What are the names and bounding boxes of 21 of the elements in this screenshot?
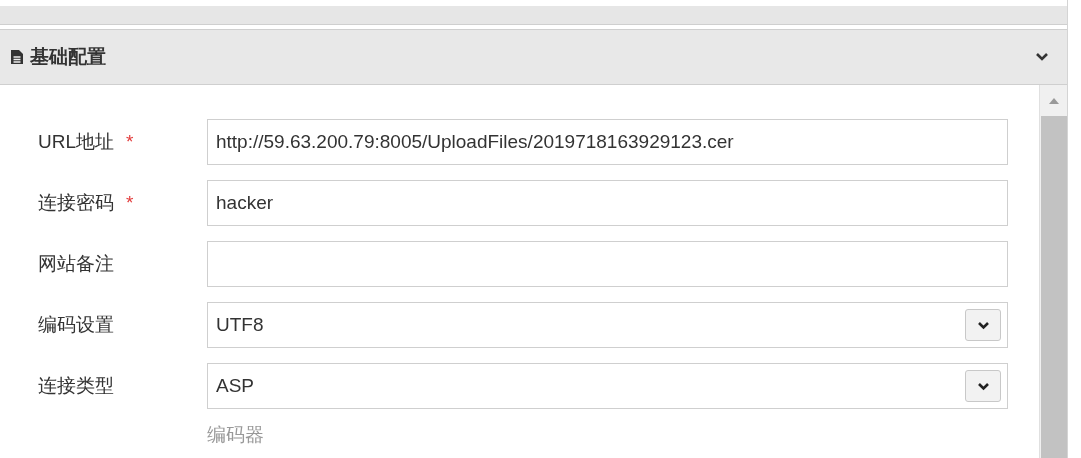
chevron-down-icon — [976, 381, 990, 391]
dropdown-field[interactable]: ASP — [207, 363, 1008, 409]
document-icon — [10, 49, 24, 65]
chevron-down-icon[interactable] — [1035, 52, 1049, 62]
dropdown-button[interactable] — [965, 370, 1001, 402]
field-label: 连接密码 — [38, 190, 114, 215]
field-label: 网站备注 — [38, 251, 114, 276]
field-label: URL地址 — [38, 129, 114, 154]
section-label: 编码器 — [206, 424, 265, 446]
field-label: 连接类型 — [38, 373, 114, 398]
scroll-up-icon[interactable] — [1047, 97, 1060, 104]
required-mark: * — [126, 190, 134, 215]
dropdown-button[interactable] — [965, 309, 1001, 341]
field-label: 编码设置 — [38, 312, 114, 337]
input-field[interactable]: hacker — [207, 180, 1008, 226]
panel-header[interactable]: 基础配置 — [0, 29, 1067, 85]
input-field[interactable]: http://59.63.200.79:8005/UploadFiles/2019718163929123.cer — [207, 119, 1008, 165]
required-mark: * — [126, 129, 134, 154]
panel-title: 基础配置 — [30, 44, 106, 69]
chevron-down-icon — [976, 320, 990, 330]
dropdown-field[interactable]: UTF8 — [207, 302, 1008, 348]
